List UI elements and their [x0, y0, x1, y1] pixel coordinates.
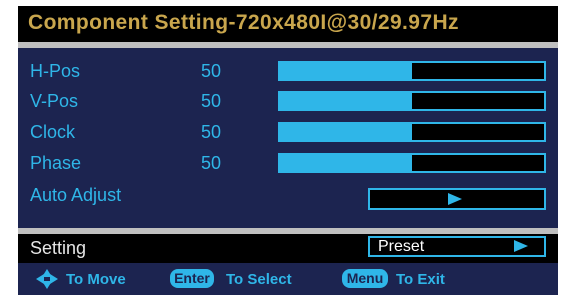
setting-label: Setting: [30, 238, 87, 258]
enter-key-icon: Enter: [170, 269, 214, 288]
clock-slider-fill: [280, 124, 412, 140]
preset-value: Preset: [378, 238, 425, 255]
h-pos-slider-fill: [280, 63, 412, 79]
row-clock[interactable]: Clock 50: [18, 119, 558, 149]
v-pos-slider[interactable]: [278, 91, 546, 111]
h-pos-label: H-Pos: [30, 61, 81, 81]
auto-adjust-button[interactable]: [368, 188, 546, 210]
auto-adjust-label: Auto Adjust: [30, 185, 122, 205]
exit-hint: To Exit: [396, 271, 445, 288]
hint-bar: To Move Enter To Select Menu To Exit: [18, 263, 558, 295]
row-auto-adjust[interactable]: Auto Adjust: [18, 182, 558, 216]
preset-selector[interactable]: Preset: [368, 236, 546, 257]
clock-value: 50: [201, 122, 222, 142]
phase-value: 50: [201, 153, 222, 173]
play-arrow-icon: [514, 240, 528, 252]
clock-label: Clock: [30, 122, 76, 142]
v-pos-slider-fill: [280, 93, 412, 109]
menu-key-icon: Menu: [342, 269, 388, 288]
play-arrow-icon: [448, 193, 462, 205]
v-pos-label: V-Pos: [30, 91, 79, 111]
row-v-pos[interactable]: V-Pos 50: [18, 88, 558, 118]
clock-slider[interactable]: [278, 122, 546, 142]
h-pos-value: 50: [201, 61, 222, 81]
adjustment-panel: H-Pos 50 V-Pos 50 Clock 50 Phase 50 Auto…: [18, 48, 558, 228]
v-pos-value: 50: [201, 91, 222, 111]
move-hint: To Move: [66, 271, 126, 288]
phase-label: Phase: [30, 153, 82, 173]
direction-pad-icon: [36, 269, 58, 289]
title-bar: Component Setting-720x480I@30/29.97Hz: [18, 6, 558, 42]
phase-slider-fill: [280, 155, 412, 171]
h-pos-slider[interactable]: [278, 61, 546, 81]
row-phase[interactable]: Phase 50: [18, 150, 558, 180]
row-h-pos[interactable]: H-Pos 50: [18, 58, 558, 88]
menu-title: Component Setting-720x480I@30/29.97Hz: [28, 11, 459, 34]
phase-slider[interactable]: [278, 153, 546, 173]
row-setting[interactable]: Setting Preset: [18, 234, 558, 263]
select-hint: To Select: [226, 271, 292, 288]
osd-menu: Component Setting-720x480I@30/29.97Hz H-…: [18, 6, 558, 295]
